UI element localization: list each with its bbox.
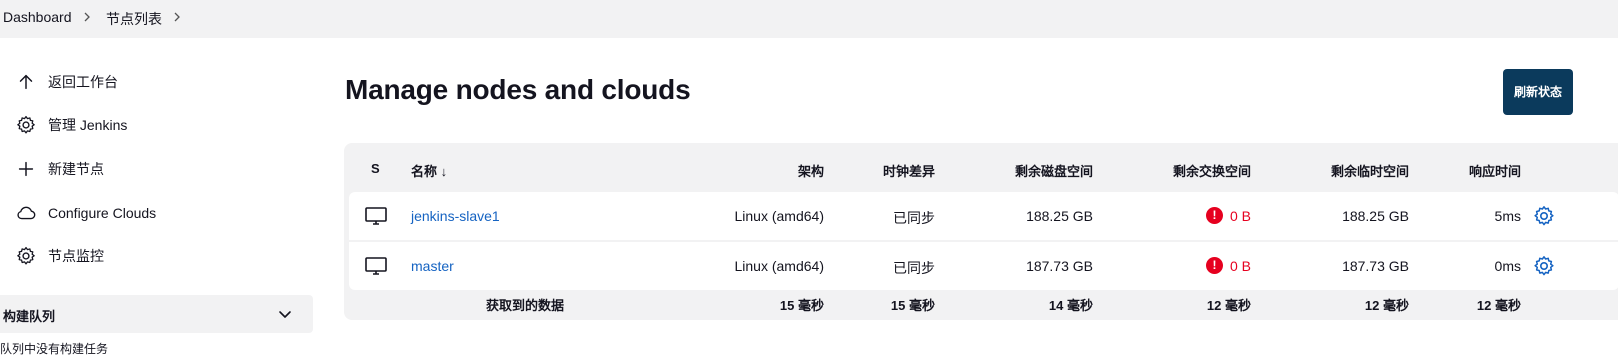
table-row <box>349 242 1618 290</box>
sidebar-item-label: 新建节点 <box>48 161 104 177</box>
breadcrumb-node-list[interactable]: 节点列表 <box>106 9 162 29</box>
node-clock: 已同步 <box>893 260 935 276</box>
chevron-right-icon <box>82 9 92 25</box>
warning-icon: ! <box>1206 257 1223 274</box>
column-header-arch[interactable]: 架构 <box>798 161 824 180</box>
footer-response-time: 12 毫秒 <box>1476 298 1521 313</box>
node-arch: Linux (amd64) <box>734 208 825 224</box>
sidebar-item-node-monitoring[interactable]: 节点监控 <box>14 242 104 270</box>
node-response: 5ms <box>1494 208 1521 224</box>
footer-clock-time: 15 毫秒 <box>890 298 935 313</box>
node-swap: 0 B <box>1229 258 1251 274</box>
sidebar-item-label: 返回工作台 <box>48 74 118 90</box>
column-header-disk[interactable]: 剩余磁盘空间 <box>1015 161 1093 180</box>
footer-arch-time: 15 毫秒 <box>779 298 824 313</box>
footer-swap-time: 12 毫秒 <box>1206 298 1251 313</box>
breadcrumb-dashboard[interactable]: Dashboard <box>3 9 72 25</box>
column-header-clock[interactable]: 时钟差异 <box>883 161 935 180</box>
sidebar-item-label: 管理 Jenkins <box>48 117 128 133</box>
build-queue-title: 构建队列 <box>3 309 56 324</box>
chevron-right-icon[interactable] <box>172 9 182 25</box>
node-response: 0ms <box>1494 258 1521 274</box>
refresh-status-button[interactable]: 刷新状态 <box>1503 69 1573 115</box>
computer-icon <box>364 205 388 227</box>
column-header-response[interactable]: 响应时间 <box>1469 161 1521 180</box>
column-header-status[interactable]: S <box>371 161 380 176</box>
node-link[interactable]: jenkins-slave1 <box>411 208 500 224</box>
footer-label: 获取到的数据 <box>486 298 565 313</box>
node-temp: 187.73 GB <box>1342 258 1409 274</box>
table-row <box>349 192 1618 240</box>
page-title: Manage nodes and clouds <box>345 74 691 105</box>
footer-temp-time: 12 毫秒 <box>1364 298 1409 313</box>
node-disk: 187.73 GB <box>1026 258 1093 274</box>
arrow-up-icon <box>14 70 38 94</box>
build-queue-header[interactable]: 构建队列 <box>0 295 313 333</box>
plus-icon <box>14 157 38 181</box>
sidebar-item-configure-clouds[interactable]: Configure Clouds <box>14 199 156 227</box>
column-header-name[interactable]: 名称 ↓ <box>411 161 447 180</box>
sidebar-item-new-node[interactable]: 新建节点 <box>14 155 104 183</box>
node-link[interactable]: master <box>411 258 454 274</box>
column-header-temp[interactable]: 剩余临时空间 <box>1331 161 1409 180</box>
node-clock: 已同步 <box>893 210 935 226</box>
gear-icon <box>14 244 38 268</box>
gear-icon[interactable] <box>1532 254 1556 278</box>
column-header-swap[interactable]: 剩余交换空间 <box>1173 161 1251 180</box>
breadcrumb: Dashboard 节点列表 <box>0 0 1618 38</box>
node-arch: Linux (amd64) <box>734 258 825 274</box>
node-swap: 0 B <box>1229 208 1251 224</box>
computer-icon <box>364 255 388 277</box>
sidebar-item-back-to-dashboard[interactable]: 返回工作台 <box>14 68 118 96</box>
chevron-down-icon[interactable] <box>276 305 294 323</box>
sidebar-item-manage-jenkins[interactable]: 管理 Jenkins <box>14 111 127 139</box>
footer-disk-time: 14 毫秒 <box>1048 298 1093 313</box>
node-temp: 188.25 GB <box>1342 208 1409 224</box>
node-disk: 188.25 GB <box>1026 208 1093 224</box>
sidebar-item-label: 节点监控 <box>48 248 104 264</box>
build-queue-empty-text: 队列中没有构建任务 <box>0 342 109 356</box>
cloud-icon <box>14 201 38 225</box>
sidebar-item-label: Configure Clouds <box>48 205 157 221</box>
gear-icon[interactable] <box>1532 204 1556 228</box>
gear-icon <box>14 113 38 137</box>
warning-icon: ! <box>1206 207 1223 224</box>
